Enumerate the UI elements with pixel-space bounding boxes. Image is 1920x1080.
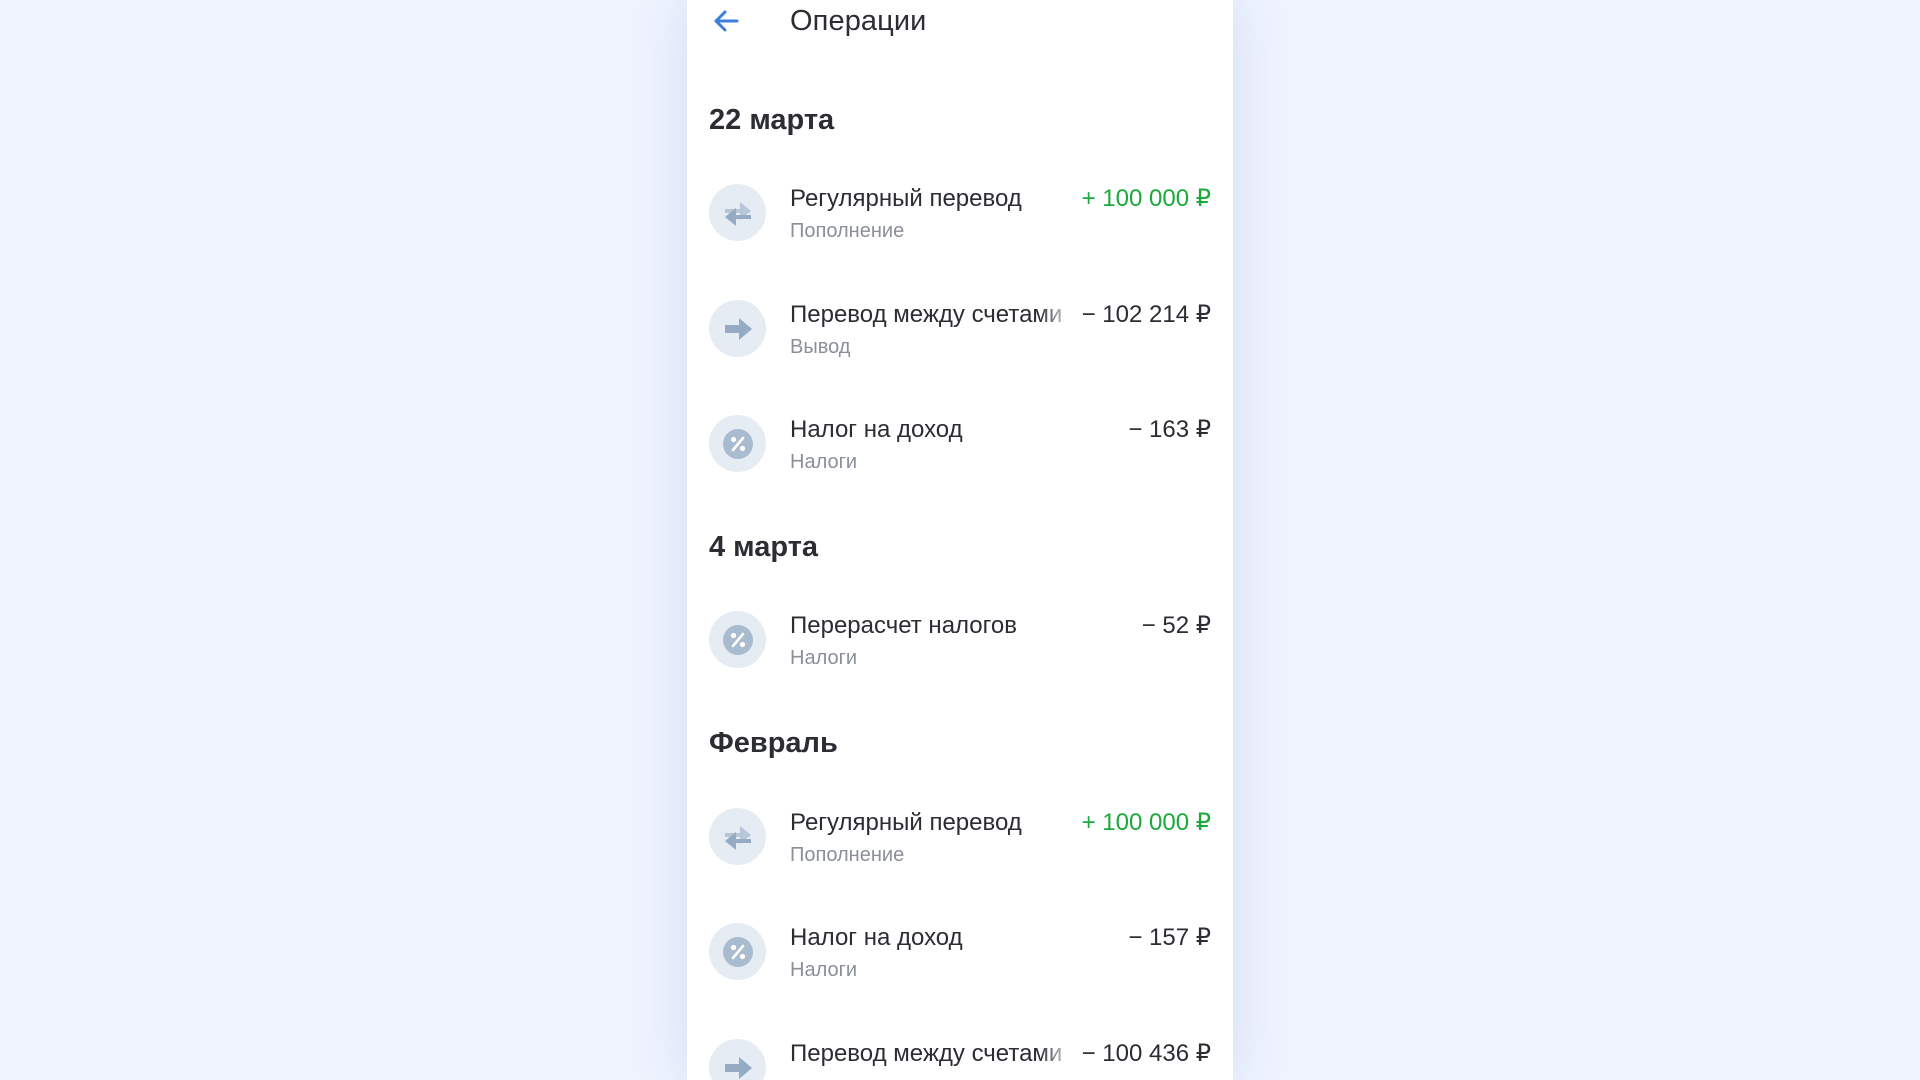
transfer-in-icon	[709, 808, 766, 865]
operation-amount: − 100 436 ₽	[1081, 1040, 1211, 1067]
transfer-out-icon	[709, 300, 766, 357]
operation-row[interactable]: Налог на доход Налоги − 157 ₽	[687, 923, 1233, 1017]
operation-amount: − 163 ₽	[1128, 416, 1211, 443]
operation-category: Налоги	[790, 959, 858, 981]
operation-row[interactable]: Регулярный перевод Пополнение + 100 000 …	[687, 184, 1233, 278]
operation-amount: + 100 000 ₽	[1081, 809, 1211, 836]
operations-screen: Операции 22 марта Регулярный перевод Поп…	[687, 0, 1233, 1080]
operation-category: Пополнение	[790, 220, 905, 242]
operation-category: Налоги	[790, 647, 858, 669]
page-title: Операции	[790, 5, 927, 37]
operation-category: Пополнение	[790, 844, 905, 866]
operation-amount: − 52 ₽	[1141, 612, 1211, 639]
percent-icon	[709, 415, 766, 472]
operation-name: Налог на доход	[790, 416, 963, 443]
operation-name: Перевод между счетами	[790, 301, 1063, 328]
operation-row[interactable]: Перевод между счетами Вывод − 102 214 ₽	[687, 300, 1233, 394]
operation-amount: + 100 000 ₽	[1081, 185, 1211, 212]
section-title: Февраль	[709, 727, 838, 759]
operation-row[interactable]: Перевод между счетами − 100 436 ₽	[687, 1039, 1233, 1080]
operation-row[interactable]: Перерасчет налогов Налоги − 52 ₽	[687, 611, 1233, 705]
operation-name: Налог на доход	[790, 924, 963, 951]
percent-icon	[709, 923, 766, 980]
operation-amount: − 102 214 ₽	[1081, 301, 1211, 328]
percent-icon	[709, 611, 766, 668]
operation-category: Налоги	[790, 451, 858, 473]
arrow-left-icon	[714, 10, 739, 32]
section-title: 4 марта	[709, 531, 819, 563]
transfer-in-icon	[709, 184, 766, 241]
top-bar: Операции	[687, 0, 1233, 44]
operation-name: Перевод между счетами	[790, 1040, 1063, 1067]
operation-row[interactable]: Налог на доход Налоги − 163 ₽	[687, 415, 1233, 509]
operation-category: Вывод	[790, 336, 851, 358]
section-title: 22 марта	[709, 104, 835, 136]
transfer-out-icon	[709, 1039, 766, 1080]
operation-row[interactable]: Регулярный перевод Пополнение + 100 000 …	[687, 808, 1233, 902]
back-button[interactable]	[709, 4, 743, 38]
operation-name: Перерасчет налогов	[790, 612, 1017, 639]
operation-name: Регулярный перевод	[790, 185, 1022, 212]
operation-amount: − 157 ₽	[1128, 924, 1211, 951]
operation-name: Регулярный перевод	[790, 809, 1022, 836]
